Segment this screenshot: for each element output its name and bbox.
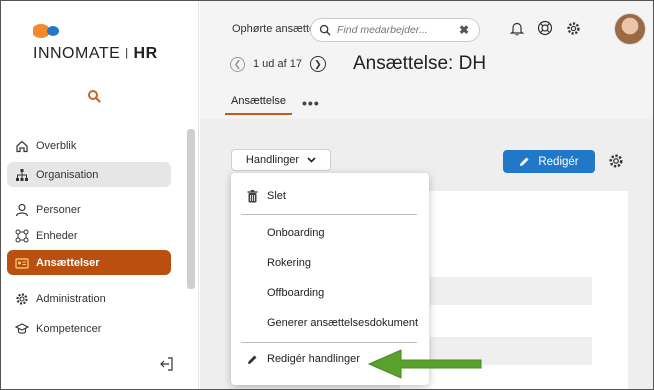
more-tabs-icon[interactable]: ••• — [302, 95, 320, 115]
search-box[interactable]: ✖ — [310, 18, 480, 42]
sidebar-item-personer[interactable]: Personer — [7, 197, 171, 222]
page-settings-gear-icon[interactable] — [608, 153, 624, 169]
sidebar-nav: Overblik Organisation Personer Enheder A… — [7, 133, 171, 341]
menu-divider — [241, 342, 417, 343]
sidebar: INNOMATE | HR Overblik Organisation Pers… — [1, 1, 199, 389]
sidebar-item-label: Enheder — [36, 229, 78, 242]
search-input[interactable] — [337, 24, 455, 36]
sidebar-item-label: Organisation — [36, 168, 99, 181]
menu-item-offboarding[interactable]: Offboarding — [231, 279, 429, 307]
menu-item-label: Onboarding — [267, 227, 325, 239]
graduation-cap-icon — [15, 322, 29, 336]
app-window: INNOMATE | HR Overblik Organisation Pers… — [0, 0, 654, 390]
units-icon — [15, 229, 29, 243]
menu-item-generate-document[interactable]: Generer ansættelsesdokument — [231, 309, 429, 337]
search-icon[interactable] — [87, 89, 101, 103]
brand-name: INNOMATE | HR — [33, 45, 158, 62]
collapse-sidebar-icon[interactable] — [159, 356, 175, 372]
menu-divider — [241, 214, 417, 215]
menu-item-onboarding[interactable]: Onboarding — [231, 219, 429, 247]
trash-icon — [237, 189, 267, 203]
sidebar-item-label: Kompetencer — [36, 322, 102, 335]
actions-dropdown-button[interactable]: Handlinger — [231, 149, 331, 171]
pencil-icon — [519, 156, 530, 167]
pager: ❮ 1 ud af 17 ❯ — [230, 56, 326, 72]
sidebar-scrollbar[interactable] — [187, 129, 195, 289]
org-chart-icon — [15, 168, 29, 182]
pencil-icon — [237, 354, 267, 365]
help-lifebuoy-icon[interactable] — [536, 19, 554, 37]
pager-text: 1 ud af 17 — [253, 58, 302, 70]
clear-search-icon[interactable]: ✖ — [459, 23, 469, 37]
menu-item-label: Rokering — [267, 257, 312, 269]
previous-icon[interactable]: ❮ — [230, 56, 245, 72]
person-icon — [15, 203, 29, 217]
menu-item-label: Offboarding — [267, 287, 325, 299]
bell-icon[interactable] — [508, 19, 526, 37]
tab-bar: Ansættelse ••• — [225, 95, 320, 115]
menu-item-rokering[interactable]: Rokering — [231, 249, 429, 277]
breadcrumb[interactable]: Ophørte ansætte — [232, 23, 315, 35]
edit-label: Redigér — [538, 155, 579, 168]
search-icon — [319, 24, 331, 36]
field-placeholder — [430, 277, 592, 305]
page-title: Ansættelse: DH — [353, 53, 487, 74]
annotation-arrow-icon — [367, 349, 482, 379]
sidebar-item-label: Personer — [36, 203, 81, 216]
sidebar-item-label: Overblik — [36, 139, 77, 152]
edit-button[interactable]: Redigér — [503, 150, 595, 173]
header-icons — [508, 19, 582, 37]
id-card-icon — [15, 256, 29, 270]
sidebar-item-label: Administration — [36, 292, 106, 305]
sidebar-item-organisation[interactable]: Organisation — [7, 162, 171, 187]
home-icon — [15, 139, 29, 153]
menu-item-label: Generer ansættelsesdokument — [267, 317, 419, 329]
settings-gear-icon[interactable] — [564, 19, 582, 37]
actions-label: Handlinger — [245, 154, 300, 166]
gear-icon — [15, 292, 29, 306]
avatar[interactable] — [614, 13, 646, 45]
tab-ansaettelse[interactable]: Ansættelse — [225, 95, 293, 115]
sidebar-item-enheder[interactable]: Enheder — [7, 223, 171, 248]
header: Ophørte ansætte ✖ — [200, 1, 653, 119]
sidebar-item-administration[interactable]: Administration — [7, 286, 171, 311]
menu-item-label: Slet — [267, 190, 286, 202]
sidebar-item-kompetencer[interactable]: Kompetencer — [7, 316, 171, 341]
sidebar-item-overblik[interactable]: Overblik — [7, 133, 171, 158]
next-icon[interactable]: ❯ — [309, 56, 326, 72]
menu-item-delete[interactable]: Slet — [231, 182, 429, 210]
chevron-down-icon — [307, 155, 316, 165]
sidebar-item-ansaettelser[interactable]: Ansættelser — [7, 250, 171, 275]
sidebar-item-label: Ansættelser — [36, 256, 100, 269]
menu-item-label: Redigér handlinger — [267, 353, 360, 365]
